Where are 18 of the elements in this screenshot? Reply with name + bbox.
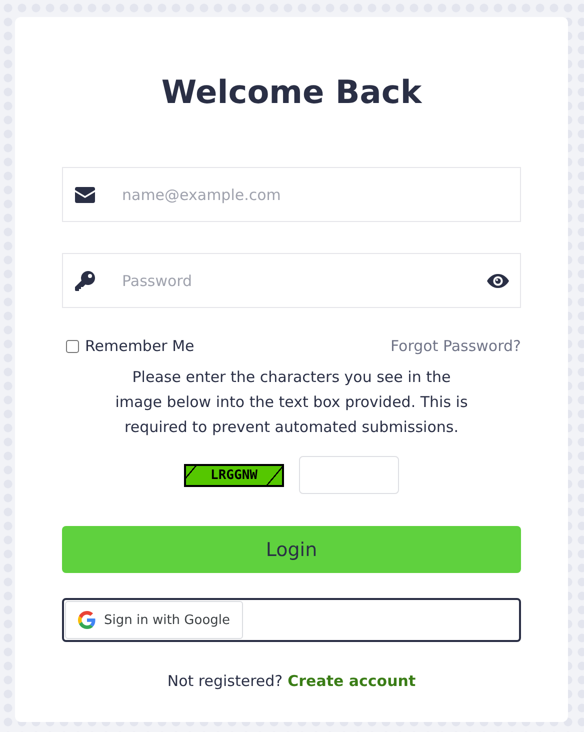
google-g-icon xyxy=(78,611,96,629)
create-account-link[interactable]: Create account xyxy=(288,672,416,690)
eye-icon xyxy=(487,274,509,288)
page-title: Welcome Back xyxy=(160,72,423,113)
captcha-input[interactable] xyxy=(299,456,399,494)
remember-label: Remember Me xyxy=(85,337,194,355)
login-button[interactable]: Login xyxy=(62,526,521,573)
key-icon xyxy=(75,270,95,290)
password-field[interactable]: Password xyxy=(62,253,521,308)
signup-prompt: Not registered? xyxy=(167,672,283,690)
remember-checkbox[interactable] xyxy=(66,340,79,352)
captcha-code: LRGGNW xyxy=(210,468,258,482)
email-field[interactable]: name@example.com xyxy=(62,167,521,222)
show-password-button[interactable] xyxy=(487,274,509,288)
envelope-icon xyxy=(75,186,95,202)
forgot-password-link[interactable]: Forgot Password? xyxy=(390,337,521,355)
google-signin-button[interactable]: Sign in with Google xyxy=(65,601,244,639)
captcha-instructions: Please enter the characters you see in the image below into the text box provided. This is required to prevent automated submissions. xyxy=(114,367,469,438)
